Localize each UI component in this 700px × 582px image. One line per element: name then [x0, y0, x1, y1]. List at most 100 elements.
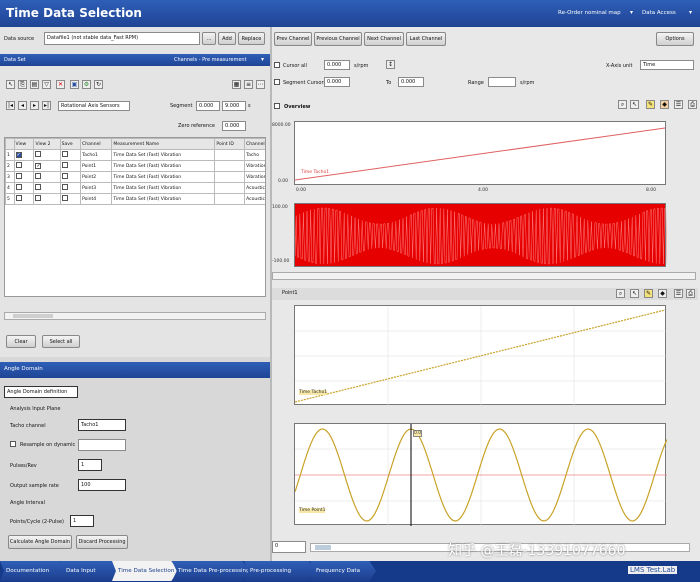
- view-checkbox[interactable]: [61, 184, 68, 190]
- sample-rate-field[interactable]: 100: [78, 479, 126, 491]
- table-cell[interactable]: [13, 193, 35, 205]
- table-cell[interactable]: [13, 160, 35, 172]
- more-icon[interactable]: ⋯: [256, 80, 265, 89]
- table-row[interactable]: 2 ✓ Point1 Time Data Set (Fast) Vibration Vi…: [5, 160, 265, 172]
- chevron-down-icon[interactable]: ▾: [630, 9, 633, 16]
- table-cell[interactable]: [13, 171, 35, 183]
- table-row[interactable]: 1 ✓ Tacho1 Time Data Set (Fast) Vibration Ta…: [5, 149, 265, 161]
- overview-plot-tacho[interactable]: Time Tacho1: [294, 121, 666, 185]
- legend-icon[interactable]: ☰: [674, 100, 683, 109]
- add-button[interactable]: Add: [218, 32, 236, 45]
- table-cell[interactable]: [33, 182, 61, 194]
- view-checkbox[interactable]: [61, 162, 68, 168]
- next-icon[interactable]: ▸: [30, 101, 39, 110]
- resample-checkbox[interactable]: [10, 441, 16, 447]
- refresh-icon[interactable]: ↻: [94, 80, 103, 89]
- copy-icon[interactable]: ⎘: [18, 80, 27, 89]
- table-cell[interactable]: ✓: [13, 149, 35, 161]
- column-header[interactable]: View: [13, 138, 35, 150]
- next-channel-button[interactable]: Next Channel: [364, 32, 404, 46]
- zero-ref-field[interactable]: 0.000: [222, 121, 246, 131]
- view-checkbox[interactable]: [61, 151, 68, 157]
- points-cycle-field[interactable]: 1: [70, 515, 94, 527]
- filter-icon[interactable]: ▽: [42, 80, 51, 89]
- tab-pre-processing[interactable]: Pre-processing: [244, 561, 316, 581]
- last-channel-button[interactable]: Last Channel: [406, 32, 446, 46]
- ppr-field[interactable]: 1: [78, 459, 102, 471]
- angle-domain-dropdown[interactable]: Angle Domain definition: [4, 386, 78, 398]
- paste-icon[interactable]: ▤: [30, 80, 39, 89]
- browse-button[interactable]: ...: [202, 32, 216, 45]
- table-cell[interactable]: [59, 182, 82, 194]
- select-icon[interactable]: ↖: [6, 80, 15, 89]
- segment-rate-field[interactable]: 9.000: [222, 101, 246, 111]
- view-checkbox[interactable]: [61, 195, 68, 201]
- column-header[interactable]: Measurement Name: [111, 138, 216, 150]
- delete-icon[interactable]: ✕: [56, 80, 65, 89]
- table-row[interactable]: 5 Point4 Time Data Set (Fast) Vibration Aco…: [5, 193, 265, 205]
- clear-button[interactable]: Clear: [6, 335, 36, 348]
- segment-mode-select[interactable]: Rotational Axis Sensors: [58, 101, 130, 111]
- marker-icon[interactable]: ◆: [660, 100, 669, 109]
- view-checkbox[interactable]: [35, 184, 42, 190]
- table-cell[interactable]: [59, 171, 82, 183]
- view-checkbox[interactable]: ✓: [35, 163, 42, 169]
- overview-scrollbar[interactable]: [272, 272, 696, 280]
- tab-data-input[interactable]: Data Input: [60, 561, 118, 581]
- chevron-down-icon[interactable]: ▾: [261, 56, 264, 63]
- cursor-icon[interactable]: ↖: [630, 289, 639, 298]
- view-checkbox[interactable]: [35, 151, 42, 157]
- prev-icon[interactable]: ◂: [18, 101, 27, 110]
- tacho-channel-select[interactable]: Tacho1: [78, 419, 126, 431]
- tab-time-data-selection[interactable]: Time Data Selection: [112, 561, 178, 581]
- highlight-icon[interactable]: ✎: [646, 100, 655, 109]
- cursor-icon[interactable]: ↖: [630, 100, 639, 109]
- calculate-angle-button[interactable]: Calculate Angle Domain: [8, 535, 72, 549]
- segment-cursors-checkbox[interactable]: [274, 79, 280, 85]
- overview-plot-signal[interactable]: [294, 203, 667, 267]
- first-icon[interactable]: |◂: [6, 101, 15, 110]
- print-icon[interactable]: ⎙: [688, 100, 697, 109]
- options-button[interactable]: Options: [656, 32, 694, 46]
- zoom-plot-signal[interactable]: 0.0 Time Point1: [294, 423, 667, 526]
- legend-icon[interactable]: ☰: [674, 289, 683, 298]
- table-scrollbar[interactable]: [4, 312, 266, 320]
- zoom-plot-tacho[interactable]: Time Tacho1: [294, 305, 667, 406]
- cursor-all-field[interactable]: 0.000: [324, 60, 350, 70]
- view-checkbox[interactable]: [35, 173, 42, 179]
- help-menu[interactable]: Data Access: [642, 10, 676, 16]
- column-header[interactable]: Point ID: [214, 138, 246, 150]
- view-checkbox[interactable]: [35, 195, 42, 201]
- table-row[interactable]: 3 Point2 Time Data Set (Fast) Vibration Vib…: [5, 171, 265, 183]
- cursor-all-checkbox[interactable]: [274, 62, 280, 68]
- tab-documentation[interactable]: Documentation: [0, 561, 66, 581]
- segment-cursor-to-field[interactable]: 0.000: [398, 77, 424, 87]
- channel-bar-right[interactable]: Channels - Pre measurement: [174, 57, 247, 63]
- chevron-down-icon[interactable]: ▾: [689, 9, 692, 16]
- x-axis-unit-select[interactable]: Time: [640, 60, 694, 70]
- view-checkbox[interactable]: [15, 184, 22, 190]
- select-all-button[interactable]: Select all: [42, 335, 80, 348]
- view-checkbox[interactable]: [15, 195, 22, 201]
- column-header[interactable]: Channel Group: [244, 138, 265, 150]
- column-header[interactable]: Channel: [80, 138, 113, 150]
- highlight-icon[interactable]: ✎: [644, 289, 653, 298]
- table-cell[interactable]: [13, 182, 35, 194]
- spin-icon[interactable]: ↕: [386, 60, 395, 69]
- list-icon[interactable]: ≡: [244, 80, 253, 89]
- first-channel-button[interactable]: Prev Channel: [274, 32, 312, 46]
- discard-processing-button[interactable]: Discard Processing: [76, 535, 128, 549]
- export-icon[interactable]: ▣: [70, 80, 79, 89]
- data-source-field[interactable]: Datafile1 (not stable data_Fast RPM): [44, 32, 200, 45]
- view-checkbox[interactable]: [61, 173, 68, 179]
- zoom-icon[interactable]: ⌕: [616, 289, 625, 298]
- table-cell[interactable]: [59, 160, 82, 172]
- view-checkbox[interactable]: [15, 162, 22, 168]
- column-header[interactable]: [5, 138, 15, 150]
- column-header[interactable]: Save: [59, 138, 82, 150]
- replace-button[interactable]: Replace: [238, 32, 265, 45]
- column-header[interactable]: View 2: [33, 138, 61, 150]
- overview-checkbox[interactable]: [274, 103, 280, 109]
- nominal-map-menu[interactable]: Re-Order nominal map: [558, 10, 621, 16]
- table-cell[interactable]: ✓: [33, 160, 61, 172]
